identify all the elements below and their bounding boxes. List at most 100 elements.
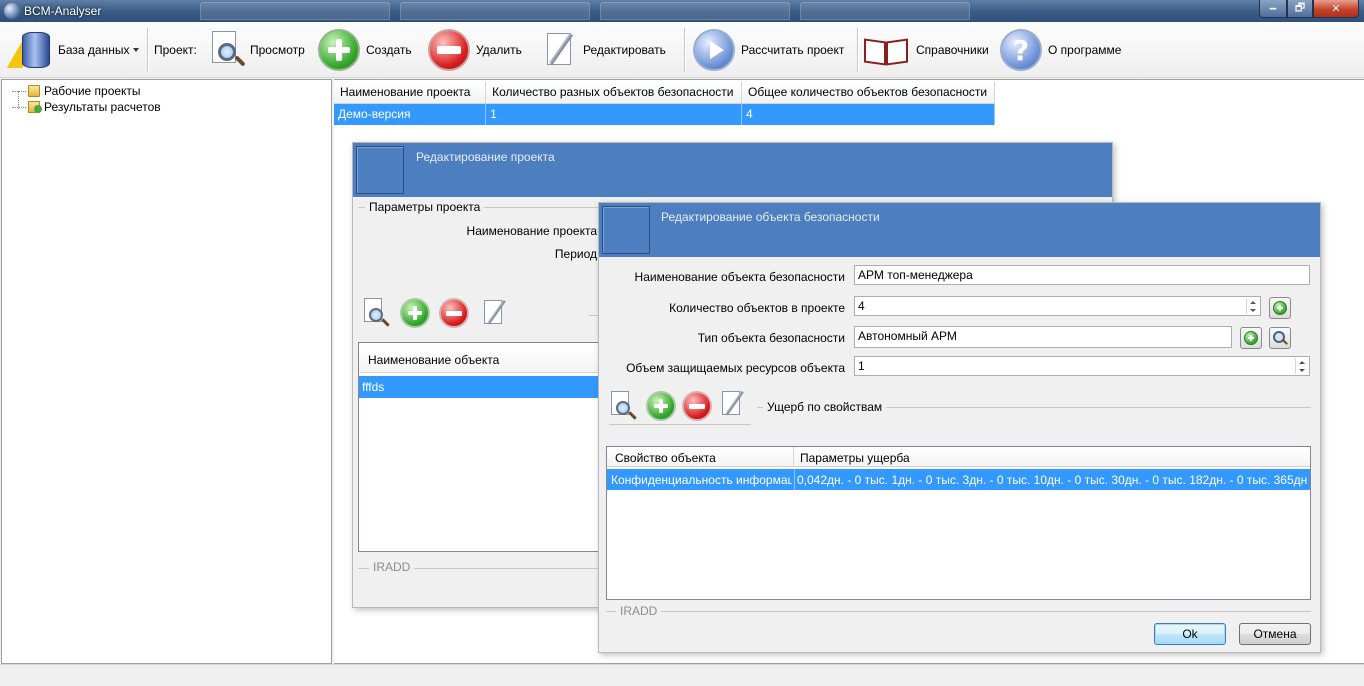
edit-pen-icon (543, 29, 577, 71)
add-type-button[interactable] (1240, 327, 1262, 349)
magnifier-icon (208, 29, 246, 71)
edit-label: Редактировать (583, 43, 666, 57)
search-type-button[interactable] (1269, 327, 1291, 349)
toolbar-separator (857, 28, 858, 72)
column-header[interactable]: Общее количество объектов безопасности (741, 82, 995, 104)
calculate-label: Рассчитать проект (741, 43, 845, 57)
background-window-tab (400, 2, 590, 20)
table-row[interactable]: fffds (359, 376, 602, 398)
database-label: База данных (58, 43, 130, 57)
remove-damage-button[interactable] (682, 391, 712, 421)
book-icon (862, 32, 910, 68)
damage-grid: Свойство объекта Параметры ущерба Конфид… (606, 446, 1311, 600)
dialog-title: Редактирование объекта безопасности (661, 210, 880, 224)
ok-button[interactable]: Ok (1154, 623, 1226, 645)
calculate-project-button[interactable]: Рассчитать проект (693, 26, 844, 74)
object-type-field[interactable]: Автономный АРМ (854, 326, 1232, 348)
create-button[interactable]: Создать (318, 26, 412, 74)
add-object-button[interactable] (400, 298, 430, 328)
main-toolbar: База данных Проект: Просмотр Создать Уда… (0, 22, 1364, 78)
window-title: BCM-Analyser (24, 4, 102, 18)
view-damage-button[interactable] (609, 391, 639, 421)
table-row[interactable]: Демо-версия 1 4 (334, 103, 995, 125)
minimize-button[interactable]: 🗕 (1259, 0, 1287, 18)
object-name-input[interactable]: АРМ топ-менеджера (854, 265, 1310, 285)
group-label: Параметры проекта (365, 200, 485, 214)
period-label: Период (554, 247, 597, 261)
play-icon (693, 29, 735, 71)
add-damage-button[interactable] (646, 391, 676, 421)
security-object-edit-dialog: Редактирование объекта безопасности Наим… (598, 202, 1321, 653)
column-header[interactable]: Свойство объекта (607, 447, 794, 467)
view-button[interactable]: Просмотр (208, 26, 305, 74)
plus-icon (1244, 331, 1258, 345)
app-icon (4, 3, 20, 19)
database-menu-button[interactable]: База данных (6, 26, 140, 74)
help-icon: ? (1000, 29, 1042, 71)
group-divider (606, 611, 1311, 612)
project-label: Проект: (154, 43, 197, 57)
background-window-tab (200, 2, 390, 20)
resource-volume-stepper[interactable]: 1 (854, 356, 1310, 376)
edit-object-button[interactable] (481, 298, 511, 328)
results-folder-icon (28, 101, 42, 113)
view-label: Просмотр (250, 43, 305, 57)
plus-icon (318, 29, 360, 71)
background-window-tab (800, 2, 970, 20)
edit-button[interactable]: Редактировать (543, 26, 666, 74)
tree-item-label: Рабочие проекты (44, 84, 141, 98)
group-label: Ущерб по свойствам (763, 400, 887, 414)
delete-button[interactable]: Удалить (428, 26, 522, 74)
status-bar (0, 664, 1364, 686)
object-type-label: Тип объекта безопасности (697, 331, 845, 345)
about-label: О программе (1048, 43, 1122, 57)
maximize-button[interactable]: 🗗 (1287, 0, 1313, 18)
plus-icon (1273, 301, 1287, 315)
tree-item-working-projects[interactable]: Рабочие проекты (12, 83, 141, 99)
toolbar-divider (609, 424, 751, 425)
project-tree-panel: Рабочие проекты Результаты расчетов (1, 79, 332, 664)
objects-grid: Наименование объекта fffds (358, 342, 603, 552)
remove-object-button[interactable] (439, 298, 469, 328)
footer-label: IRADD (616, 604, 662, 618)
folder-icon (28, 85, 40, 97)
dialog-title: Редактирование проекта (416, 150, 555, 164)
tree-item-label: Результаты расчетов (44, 100, 161, 114)
edit-damage-button[interactable] (719, 389, 749, 419)
database-icon (6, 28, 52, 72)
table-cell: 4 (741, 103, 995, 125)
project-name-label: Наименование проекта (466, 224, 597, 238)
toolbar-separator (684, 28, 685, 72)
object-name-label: Наименование объекта безопасности (634, 270, 845, 284)
cancel-button[interactable]: Отмена (1239, 623, 1311, 645)
background-window-tab (600, 2, 790, 20)
footer-label: IRADD (369, 560, 415, 574)
delete-label: Удалить (476, 43, 522, 57)
column-header[interactable]: Параметры ущерба (794, 447, 1310, 467)
dialog-header-icon (356, 146, 404, 194)
create-label: Создать (366, 43, 412, 57)
minus-icon (428, 29, 470, 71)
table-cell: Конфиденциальность информации (611, 473, 792, 487)
add-count-button[interactable] (1269, 297, 1291, 319)
view-object-button[interactable] (362, 298, 392, 328)
tree-item-calculation-results[interactable]: Результаты расчетов (12, 99, 161, 115)
stepper-arrows[interactable] (1295, 358, 1308, 374)
table-row[interactable]: Конфиденциальность информации 0,042дн. -… (607, 469, 1310, 490)
column-header[interactable]: Наименование проекта (334, 82, 487, 104)
stepper-arrows[interactable] (1246, 298, 1259, 314)
column-header[interactable]: Количество разных объектов безопасности (485, 82, 743, 104)
table-cell: Демо-версия (334, 103, 487, 125)
object-count-stepper[interactable]: 4 (854, 296, 1261, 316)
about-button[interactable]: ? О программе (1000, 26, 1121, 74)
close-button[interactable]: ✕ (1313, 0, 1359, 18)
dialog-header: Редактирование проекта (353, 143, 1112, 197)
table-cell: 0,042дн. - 0 тыс. 1дн. - 0 тыс. 3дн. - 0… (797, 473, 1307, 487)
column-header[interactable]: Наименование объекта (359, 343, 602, 373)
references-button[interactable]: Справочники (862, 26, 989, 74)
dialog-header: Редактирование объекта безопасности (599, 203, 1320, 257)
search-icon (1273, 331, 1287, 345)
object-count-label: Количество объектов в проекте (669, 301, 845, 315)
dropdown-arrow-icon (133, 48, 140, 52)
references-label: Справочники (916, 43, 989, 57)
